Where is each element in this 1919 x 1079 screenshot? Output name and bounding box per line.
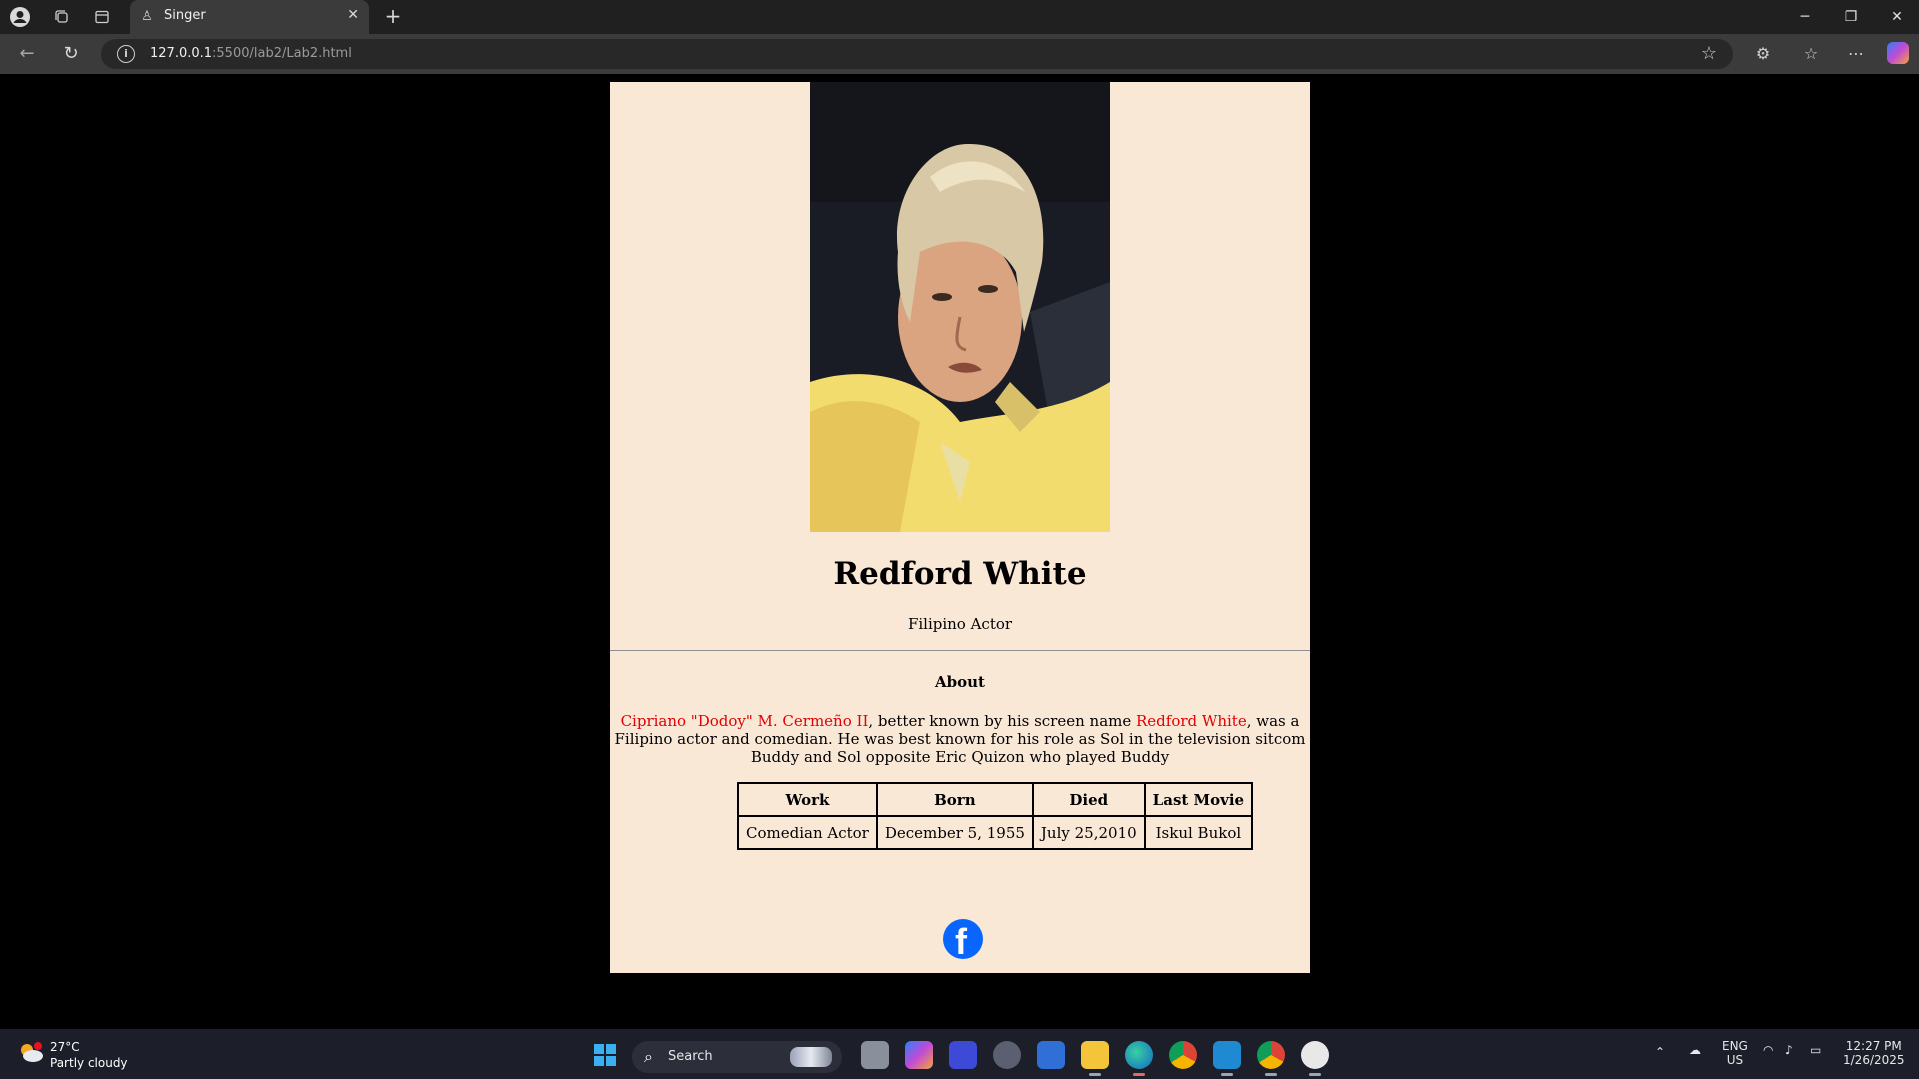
facebook-icon[interactable]: f [943, 919, 983, 962]
bio-paragraph: Cipriano "Dodoy" M. Cermeño II, better k… [610, 712, 1310, 766]
battery-icon[interactable]: ▭ [1810, 1043, 1821, 1057]
extensions-icon[interactable]: ⚙ [1748, 41, 1778, 67]
clock-time: 12:27 PM [1845, 1039, 1902, 1053]
file-explorer-icon[interactable] [1081, 1041, 1109, 1069]
cell-last-movie: Iskul Bukol [1144, 816, 1253, 849]
language-indicator[interactable]: ENG US [1722, 1039, 1748, 1067]
settings-app-icon[interactable] [993, 1041, 1021, 1069]
cell-died: July 25,2010 [1032, 816, 1145, 849]
profile-card: Redford White Filipino Actor About Cipri… [610, 82, 1310, 973]
chrome-icon-2[interactable] [1257, 1041, 1285, 1069]
vertical-tabs-icon[interactable] [88, 5, 116, 29]
new-tab-button[interactable]: + [379, 5, 407, 29]
page-subtitle: Filipino Actor [907, 615, 1013, 633]
edge-icon[interactable] [1125, 1041, 1153, 1069]
back-icon[interactable]: ← [12, 40, 42, 68]
divider [610, 650, 1310, 651]
ai-app-icon[interactable] [949, 1041, 977, 1069]
vscode-indicator [1221, 1073, 1233, 1076]
active-tab[interactable]: ♙ Singer ✕ [130, 0, 369, 34]
search-icon: ⌕ [644, 1047, 653, 1066]
page-viewport: Redford White Filipino Actor About Cipri… [4, 74, 1915, 1029]
browser-toolbar: ← ↻ i 127.0.0.1:5500/lab2/Lab2.html ☆ ⚙ … [0, 34, 1919, 74]
profile-photo [810, 82, 1110, 532]
language-code: ENG [1722, 1039, 1748, 1053]
table-row: Comedian Actor December 5, 1955 July 25,… [738, 816, 1253, 849]
full-name-highlight: Cipriano "Dodoy" M. Cermeño II [620, 712, 869, 730]
edge-indicator [1133, 1073, 1145, 1076]
weather-description[interactable]: Partly cloudy [50, 1056, 128, 1070]
bio-text-1: , better known by his screen name [868, 712, 1137, 730]
search-label: Search [668, 1049, 713, 1064]
chrome-icon[interactable] [1169, 1041, 1197, 1069]
table-header-row: Work Born Died Last Movie [738, 783, 1253, 816]
task-view-icon[interactable] [861, 1041, 889, 1069]
show-hidden-icons[interactable]: ⌃ [1655, 1045, 1665, 1059]
header-born: Born [876, 783, 1033, 816]
tab-favicon-icon: ♙ [141, 9, 153, 24]
tab-title: Singer [164, 8, 206, 23]
url-host: 127.0.0.1 [150, 46, 213, 61]
header-last-movie: Last Movie [1144, 783, 1253, 816]
store-icon[interactable] [1037, 1041, 1065, 1069]
about-heading: About [935, 673, 985, 691]
url-path: :5500/lab2/Lab2.html [212, 46, 352, 61]
refresh-icon[interactable]: ↻ [56, 40, 86, 68]
search-highlight-icon [790, 1047, 832, 1067]
copilot-icon[interactable] [1887, 42, 1909, 64]
browser-tab-bar: ♙ Singer ✕ + ─ ❐ ✕ [0, 0, 1919, 34]
tab-close-icon[interactable]: ✕ [347, 7, 359, 23]
site-info-icon[interactable]: i [117, 45, 135, 63]
screen-name-highlight: Redford White [1136, 712, 1247, 730]
language-region: US [1726, 1053, 1744, 1067]
clock[interactable]: 12:27 PM 1/26/2025 [1843, 1039, 1905, 1067]
minimize-icon[interactable]: ─ [1785, 4, 1825, 30]
url-text[interactable]: 127.0.0.1:5500/lab2/Lab2.html [150, 46, 352, 61]
github-icon[interactable] [1301, 1041, 1329, 1069]
file-explorer-indicator [1089, 1073, 1101, 1076]
favorites-icon[interactable]: ☆ [1796, 41, 1826, 67]
restore-icon[interactable]: ❐ [1831, 4, 1871, 30]
volume-icon[interactable]: ♪ [1785, 1043, 1793, 1057]
favorite-star-icon[interactable]: ☆ [1701, 43, 1717, 64]
copilot-app-icon[interactable] [905, 1041, 933, 1069]
more-options-icon[interactable]: ⋯ [1841, 41, 1871, 67]
page-title: Redford White [833, 556, 1087, 592]
chrome-indicator [1265, 1073, 1277, 1076]
github-indicator [1309, 1073, 1321, 1076]
onedrive-icon[interactable]: ☁ [1689, 1043, 1701, 1057]
close-window-icon[interactable]: ✕ [1877, 4, 1917, 30]
weather-icon[interactable] [18, 1042, 44, 1064]
profile-icon[interactable] [6, 5, 34, 29]
clock-date: 1/26/2025 [1843, 1053, 1905, 1067]
taskbar-search[interactable]: ⌕ Search [632, 1041, 842, 1073]
vscode-icon[interactable] [1213, 1041, 1241, 1069]
weather-temperature[interactable]: 27°C [50, 1040, 80, 1054]
wifi-icon[interactable]: ◠ [1763, 1043, 1773, 1057]
cell-born: December 5, 1955 [876, 816, 1033, 849]
workspaces-icon[interactable] [48, 5, 76, 29]
info-table: Work Born Died Last Movie Comedian Actor… [737, 782, 1254, 850]
header-work: Work [738, 783, 877, 816]
start-button[interactable] [594, 1044, 616, 1066]
header-died: Died [1032, 783, 1145, 816]
taskbar: 27°C Partly cloudy ⌕ Search ⌃ ☁ ENG US ◠… [0, 1029, 1919, 1079]
address-bar[interactable]: i 127.0.0.1:5500/lab2/Lab2.html ☆ [101, 39, 1733, 69]
cell-work: Comedian Actor [738, 816, 877, 849]
